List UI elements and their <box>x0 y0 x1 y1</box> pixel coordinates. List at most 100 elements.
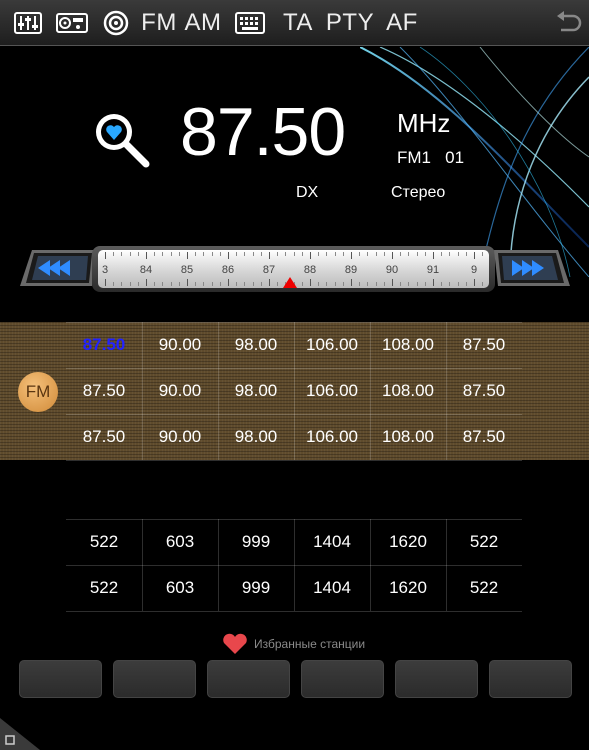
scan-icon <box>103 10 129 36</box>
tuner-scale-tick <box>252 282 254 286</box>
tuner-scale-tick <box>113 282 115 286</box>
tuner-scale-tick <box>203 252 205 256</box>
fm-preset-button[interactable]: 87.50 <box>66 322 142 368</box>
am-preset-button[interactable]: 1620 <box>370 519 446 565</box>
favorite-slot[interactable] <box>113 660 196 698</box>
tuner-scale-tick <box>441 282 443 286</box>
fm-preset-button[interactable]: 106.00 <box>294 322 370 368</box>
am-preset-button[interactable]: 603 <box>142 519 218 565</box>
tuner-scale-tick <box>465 282 467 286</box>
fm-preset-button[interactable]: 106.00 <box>294 414 370 460</box>
fm-grid-divider <box>66 322 522 323</box>
tuner-scale-tick <box>301 282 303 286</box>
tuner-scale-label: 85 <box>180 264 194 276</box>
tuner-scale-tick <box>187 252 188 259</box>
favorite-slot[interactable] <box>207 660 290 698</box>
keyboard-button[interactable] <box>232 0 268 46</box>
fm-grid-divider <box>446 322 447 460</box>
fm-preset-button[interactable]: 87.50 <box>446 414 522 460</box>
am-preset-button[interactable]: 1404 <box>294 519 370 565</box>
fm-preset-button[interactable]: 87.50 <box>446 368 522 414</box>
tuner-scale[interactable]: 3 84 85 86 87 88 89 90 91 9 <box>92 246 495 292</box>
tuner-scale-label: 88 <box>303 264 317 276</box>
back-button[interactable] <box>552 0 586 46</box>
seek-up-button[interactable] <box>490 246 572 290</box>
am-preset-button[interactable]: 522 <box>66 519 142 565</box>
tuner-scale-tick <box>236 252 238 256</box>
tuner-scale-tick <box>195 252 197 256</box>
tuner-scale-tick <box>449 252 451 256</box>
favorite-slot[interactable] <box>489 660 572 698</box>
fm-grid-divider <box>294 322 295 460</box>
fm-preset-button[interactable]: 98.00 <box>218 322 294 368</box>
tuner-scale-tick <box>244 252 246 256</box>
am-preset-button[interactable]: 603 <box>142 565 218 611</box>
frequency-unit: MHz <box>397 108 451 138</box>
fm-preset-button[interactable]: 87.50 <box>66 368 142 414</box>
corner-menu-button[interactable] <box>0 718 40 750</box>
fm-preset-button[interactable]: 106.00 <box>294 368 370 414</box>
scan-button[interactable] <box>98 0 134 46</box>
tuner-scale-tick <box>203 282 205 286</box>
tuner-scale-label: 84 <box>139 264 153 276</box>
tuner-scale-face[interactable]: 3 84 85 86 87 88 89 90 91 9 <box>98 250 489 288</box>
pty-button[interactable]: PTY <box>324 0 376 46</box>
tuner-scale-tick <box>219 252 221 256</box>
am-preset-button[interactable]: 522 <box>446 565 522 611</box>
am-preset-button[interactable]: 999 <box>218 519 294 565</box>
radio-device-button[interactable] <box>52 0 92 46</box>
equalizer-button[interactable] <box>8 0 48 46</box>
stereo-indicator[interactable]: Стерео <box>391 184 445 202</box>
am-preset-button[interactable]: 999 <box>218 565 294 611</box>
tuner-needle[interactable] <box>282 277 297 288</box>
am-band-button[interactable]: AM <box>182 0 224 46</box>
fm-preset-button[interactable]: 98.00 <box>218 414 294 460</box>
favorite-slot[interactable] <box>301 660 384 698</box>
fm-band-label: FM <box>141 9 177 36</box>
am-preset-button[interactable]: 522 <box>66 565 142 611</box>
tuner-scale-tick <box>449 282 451 286</box>
am-preset-button[interactable]: 1620 <box>370 565 446 611</box>
tuner-scale-tick <box>252 252 254 256</box>
tuner-scale-tick <box>154 282 156 286</box>
seek-down-button[interactable] <box>18 246 100 290</box>
tuner-scale-tick <box>244 282 246 286</box>
dx-indicator[interactable]: DX <box>296 184 318 202</box>
tuner-scale-label: 9 <box>470 264 478 276</box>
af-label: AF <box>386 9 418 36</box>
seek-down-icon <box>20 250 96 286</box>
tuner-scale-tick <box>211 282 213 286</box>
fm-preset-button[interactable]: 87.50 <box>66 414 142 460</box>
fm-preset-button[interactable]: 108.00 <box>370 322 446 368</box>
am-preset-button[interactable]: 1404 <box>294 565 370 611</box>
tuner-scale-tick <box>441 252 443 256</box>
ta-button[interactable]: TA <box>280 0 316 46</box>
tuner-scale-tick <box>129 252 131 256</box>
favorite-slot[interactable] <box>19 660 102 698</box>
fm-preset-button[interactable]: 98.00 <box>218 368 294 414</box>
fm-band-button[interactable]: FM <box>140 0 178 46</box>
fm-preset-button[interactable]: 108.00 <box>370 368 446 414</box>
fm-band-badge[interactable]: FM <box>18 372 58 412</box>
am-preset-button[interactable]: 522 <box>446 519 522 565</box>
fm-preset-button[interactable]: 108.00 <box>370 414 446 460</box>
tuner-scale-tick <box>228 252 229 259</box>
favorite-slot[interactable] <box>395 660 478 698</box>
am-grid-divider <box>66 565 522 566</box>
tuner-scale-tick <box>310 279 311 286</box>
af-button[interactable]: AF <box>384 0 420 46</box>
tuner-scale-tick <box>482 282 484 286</box>
fm-preset-button[interactable]: 90.00 <box>142 414 218 460</box>
seek-up-icon <box>494 250 570 286</box>
tuner-scale-tick <box>383 252 385 256</box>
search-button[interactable] <box>90 108 152 170</box>
tuner-scale-tick <box>260 282 262 286</box>
tuner-scale-tick <box>326 282 328 286</box>
fm-preset-button[interactable]: 87.50 <box>446 322 522 368</box>
fm-preset-button[interactable]: 90.00 <box>142 368 218 414</box>
tuner-scale-tick <box>219 282 221 286</box>
tuner-scale-tick <box>178 282 180 286</box>
fm-preset-button[interactable]: 90.00 <box>142 322 218 368</box>
band-preset-info: FM1 01 <box>397 148 464 168</box>
frequency-display: 87.50 <box>180 94 346 170</box>
